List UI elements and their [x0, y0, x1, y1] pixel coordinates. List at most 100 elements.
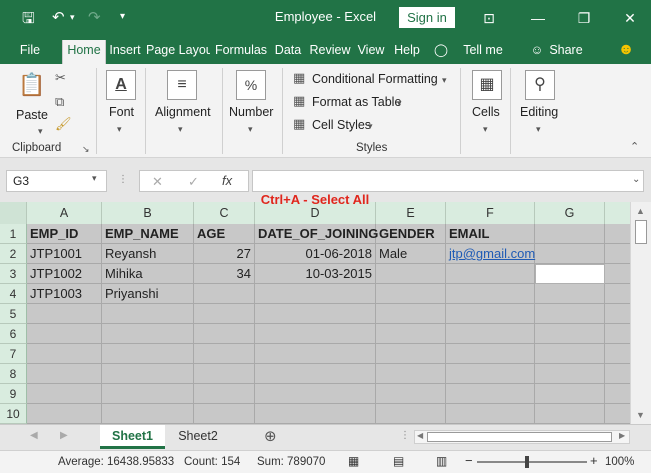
- share-button[interactable]: Share: [548, 40, 584, 64]
- email-link-cell[interactable]: jtp@gmail.com: [446, 244, 535, 264]
- format-painter-icon[interactable]: 🖌: [55, 116, 72, 132]
- zoom-out-button[interactable]: −: [465, 453, 473, 468]
- column-header-a[interactable]: A: [27, 202, 102, 224]
- column-header-f[interactable]: F: [446, 202, 535, 224]
- row-header-3[interactable]: 3: [0, 264, 27, 284]
- row-header-9[interactable]: 9: [0, 384, 27, 404]
- zoom-in-button[interactable]: +: [590, 453, 598, 468]
- scroll-down-icon[interactable]: ▼: [636, 410, 645, 420]
- paste-button[interactable]: Paste: [16, 108, 48, 122]
- clipboard-launcher-icon[interactable]: ↘: [82, 144, 90, 155]
- normal-view-icon[interactable]: ▦: [348, 454, 359, 468]
- cells-group-button[interactable]: Cells: [472, 105, 500, 119]
- column-header-b[interactable]: B: [102, 202, 194, 224]
- conditional-formatting-button[interactable]: Conditional Formatting: [312, 72, 438, 86]
- sign-in-button[interactable]: Sign in: [399, 7, 455, 28]
- cell-area[interactable]: EMP_ID EMP_NAME AGE DATE_OF_JOINING GEND…: [27, 224, 630, 424]
- name-box-dropdown-icon[interactable]: ▾: [92, 173, 97, 184]
- expand-formula-bar-icon[interactable]: ⌄: [632, 174, 640, 185]
- insert-function-button[interactable]: fx: [222, 173, 232, 188]
- tab-formulas[interactable]: Formulas: [214, 40, 268, 64]
- table-cell[interactable]: 34: [194, 264, 255, 284]
- number-dropdown-icon[interactable]: ▾: [248, 124, 253, 135]
- tab-splitter-handle-icon[interactable]: ⋮: [400, 430, 410, 441]
- formula-input[interactable]: [252, 170, 644, 192]
- undo-icon[interactable]: ↶: [52, 8, 65, 26]
- previous-sheet-icon[interactable]: ◀: [30, 430, 38, 441]
- number-format-icon[interactable]: %: [236, 70, 266, 100]
- alignment-group-button[interactable]: Alignment: [155, 105, 211, 119]
- tab-insert[interactable]: Insert: [108, 40, 142, 64]
- undo-dropdown-icon[interactable]: ▾: [70, 12, 75, 23]
- table-cell[interactable]: JTP1002: [27, 264, 102, 284]
- conditional-formatting-dropdown-icon[interactable]: ▾: [442, 75, 447, 86]
- header-cell-gender[interactable]: GENDER: [376, 224, 446, 244]
- cancel-icon[interactable]: ✕: [152, 174, 163, 190]
- tab-review[interactable]: Review: [308, 40, 352, 64]
- tab-home[interactable]: Home: [62, 40, 106, 64]
- table-cell[interactable]: Priyanshi: [102, 284, 194, 304]
- column-header-e[interactable]: E: [376, 202, 446, 224]
- format-as-table-icon[interactable]: ▦: [293, 93, 305, 109]
- paste-clipboard-icon[interactable]: 📋: [18, 72, 45, 98]
- enter-icon[interactable]: ✓: [188, 174, 199, 190]
- cut-icon[interactable]: ✂: [55, 70, 66, 86]
- new-sheet-icon[interactable]: ⊕: [264, 427, 277, 445]
- header-cell-emp-name[interactable]: EMP_NAME: [102, 224, 194, 244]
- horizontal-scrollbar[interactable]: ◀ ▶: [414, 430, 630, 444]
- page-layout-view-icon[interactable]: ▤: [393, 454, 404, 468]
- ribbon-display-options-icon[interactable]: ⊡: [478, 8, 500, 28]
- table-cell[interactable]: 10-03-2015: [255, 264, 376, 284]
- format-as-table-button[interactable]: Format as Table: [312, 95, 401, 109]
- font-icon[interactable]: A: [106, 70, 136, 100]
- horizontal-scroll-thumb[interactable]: [427, 432, 612, 442]
- table-cell[interactable]: 27: [194, 244, 255, 264]
- header-cell-date-of-joining[interactable]: DATE_OF_JOINING: [255, 224, 378, 244]
- cells-icon[interactable]: ▦: [472, 70, 502, 100]
- page-break-view-icon[interactable]: ▥: [436, 454, 447, 468]
- tab-file[interactable]: File: [14, 40, 46, 64]
- row-header-5[interactable]: 5: [0, 304, 27, 324]
- scroll-left-icon[interactable]: ◀: [417, 431, 423, 440]
- row-header-8[interactable]: 8: [0, 364, 27, 384]
- alignment-icon[interactable]: ≡: [167, 70, 197, 100]
- table-cell[interactable]: JTP1001: [27, 244, 102, 264]
- sheet-tab-sheet1[interactable]: Sheet1: [100, 425, 165, 449]
- zoom-slider[interactable]: [477, 456, 587, 468]
- collapse-ribbon-icon[interactable]: ⌃: [630, 140, 639, 153]
- customize-toolbar-icon[interactable]: ▾: [120, 11, 125, 22]
- row-header-1[interactable]: 1: [0, 224, 27, 244]
- table-cell[interactable]: Reyansh: [102, 244, 194, 264]
- smiley-feedback-icon[interactable]: ☻: [616, 40, 636, 64]
- cell-styles-button[interactable]: Cell Styles: [312, 118, 371, 132]
- cells-dropdown-icon[interactable]: ▾: [483, 124, 488, 135]
- next-sheet-icon[interactable]: ▶: [60, 430, 68, 441]
- table-cell[interactable]: 01-06-2018: [255, 244, 376, 264]
- tab-data[interactable]: Data: [272, 40, 304, 64]
- row-header-4[interactable]: 4: [0, 284, 27, 304]
- copy-icon[interactable]: ⧉: [55, 94, 64, 110]
- lightbulb-icon[interactable]: ◯: [434, 40, 448, 64]
- cell-styles-icon[interactable]: ▦: [293, 116, 305, 132]
- font-group-button[interactable]: Font: [109, 105, 134, 119]
- table-cell[interactable]: Male: [376, 244, 446, 264]
- tab-page-layout[interactable]: Page Layou: [146, 40, 210, 64]
- header-cell-email[interactable]: EMAIL: [446, 224, 535, 244]
- editing-group-button[interactable]: Editing: [520, 105, 558, 119]
- number-group-button[interactable]: Number: [229, 105, 273, 119]
- cell-styles-dropdown-icon[interactable]: ▾: [368, 121, 373, 132]
- close-button[interactable]: ✕: [619, 8, 641, 28]
- tell-me-search[interactable]: Tell me: [460, 40, 506, 64]
- vertical-scroll-thumb[interactable]: [635, 220, 647, 244]
- vertical-scrollbar[interactable]: ▲ ▼: [630, 202, 651, 424]
- minimize-button[interactable]: —: [527, 8, 549, 28]
- conditional-formatting-icon[interactable]: ▦: [293, 70, 305, 86]
- tab-view[interactable]: View: [356, 40, 386, 64]
- editing-search-icon[interactable]: ⚲: [525, 70, 555, 100]
- tab-help[interactable]: Help: [392, 40, 422, 64]
- zoom-level[interactable]: 100%: [605, 456, 634, 468]
- save-icon[interactable]: 🖫: [22, 8, 35, 33]
- column-header-g[interactable]: G: [535, 202, 605, 224]
- restore-button[interactable]: ❐: [573, 8, 595, 28]
- alignment-dropdown-icon[interactable]: ▾: [178, 124, 183, 135]
